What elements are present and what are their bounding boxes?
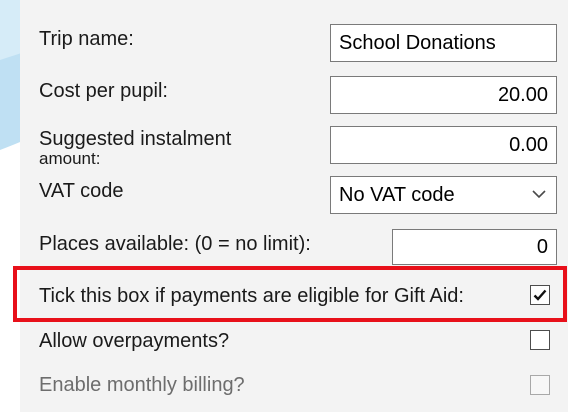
gift-aid-highlight-box [13, 266, 567, 322]
vat-code-selected: No VAT code [339, 183, 455, 206]
allow-overpayments-checkbox[interactable] [530, 330, 550, 350]
suggested-instalment-value: 0.00 [509, 133, 548, 156]
places-available-label: Places available: (0 = no limit): [39, 233, 311, 255]
suggested-instalment-label-line2: amount: [39, 149, 101, 168]
cost-per-pupil-value: 20.00 [497, 83, 548, 106]
vat-code-dropdown[interactable]: No VAT code [330, 176, 557, 214]
trip-name-value: School Donations [339, 31, 496, 54]
monthly-billing-label: Enable monthly billing? [39, 374, 245, 396]
monthly-billing-checkbox[interactable] [530, 375, 550, 395]
trip-name-input[interactable]: School Donations [330, 24, 557, 62]
cost-per-pupil-input[interactable]: 20.00 [330, 76, 557, 114]
vat-code-label: VAT code [39, 180, 124, 202]
places-available-value: 0 [536, 235, 548, 258]
chevron-down-icon [532, 190, 546, 199]
cost-per-pupil-label: Cost per pupil: [39, 80, 168, 102]
suggested-instalment-label: Suggested instalment [39, 128, 232, 150]
suggested-instalment-input[interactable]: 0.00 [330, 126, 557, 164]
trip-name-label: Trip name: [39, 28, 134, 50]
allow-overpayments-label: Allow overpayments? [39, 330, 230, 352]
places-available-input[interactable]: 0 [392, 229, 557, 265]
